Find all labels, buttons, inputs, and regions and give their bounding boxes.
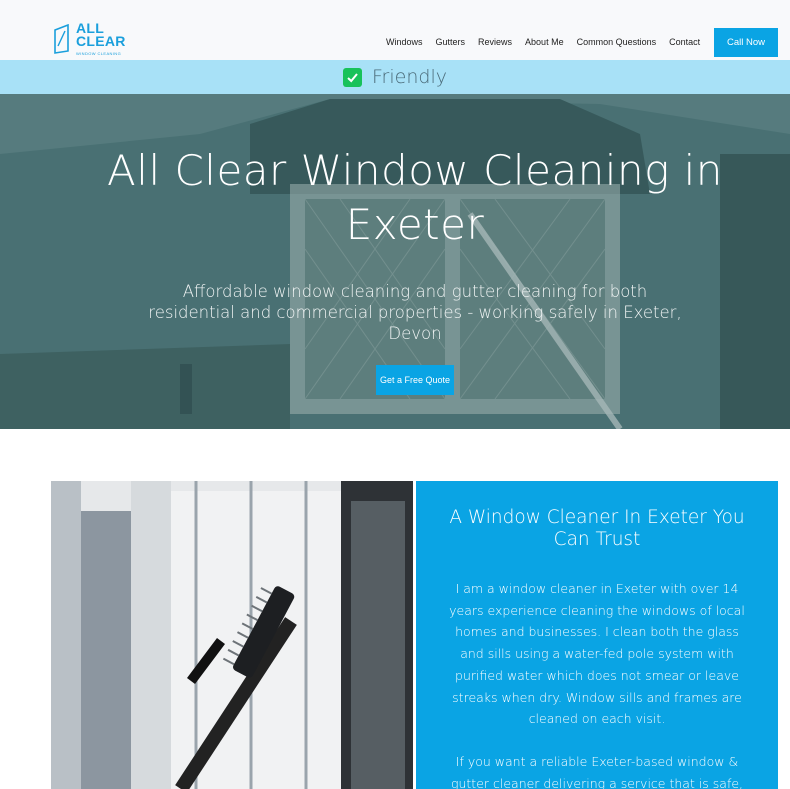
window-logo-icon (54, 24, 69, 54)
nav-common-questions[interactable]: Common Questions (577, 37, 657, 47)
window-cleaning-photo (51, 481, 413, 789)
free-quote-button[interactable]: Get a Free Quote (376, 365, 454, 395)
intro-panel: A Window Cleaner In Exeter You Can Trust… (416, 481, 778, 789)
logo-line2: CLEAR (76, 33, 126, 49)
banner-text: Friendly (372, 66, 447, 88)
logo-tagline: WINDOW CLEANING (76, 51, 122, 56)
nav-gutters[interactable]: Gutters (436, 37, 466, 47)
nav-reviews[interactable]: Reviews (478, 37, 512, 47)
site-header: ALL CLEAR WINDOW CLEANING Windows Gutter… (0, 0, 790, 60)
nav-windows[interactable]: Windows (386, 37, 423, 47)
logo[interactable]: ALL CLEAR WINDOW CLEANING (54, 21, 134, 58)
nav-contact[interactable]: Contact (669, 37, 700, 47)
intro-paragraph-1: I am a window cleaner in Exeter with ove… (449, 581, 745, 727)
nav-about-me[interactable]: About Me (525, 37, 564, 47)
feature-banner: Friendly (0, 60, 790, 94)
hero-subtitle: Affordable window cleaning and gutter cl… (148, 282, 682, 343)
check-icon (343, 67, 363, 87)
hero-section: All Clear Window Cleaning in Exeter Affo… (0, 94, 790, 429)
intro-title: A Window Cleaner In Exeter You Can Trust (449, 507, 745, 550)
main-nav: Windows Gutters Reviews About Me Common … (386, 37, 713, 47)
hero-title: All Clear Window Cleaning in Exeter (107, 146, 723, 249)
intro-paragraph-2: If you want a reliable Exeter-based wind… (450, 754, 744, 789)
call-now-button[interactable]: Call Now (714, 28, 778, 57)
brush-on-window-image (51, 481, 413, 789)
